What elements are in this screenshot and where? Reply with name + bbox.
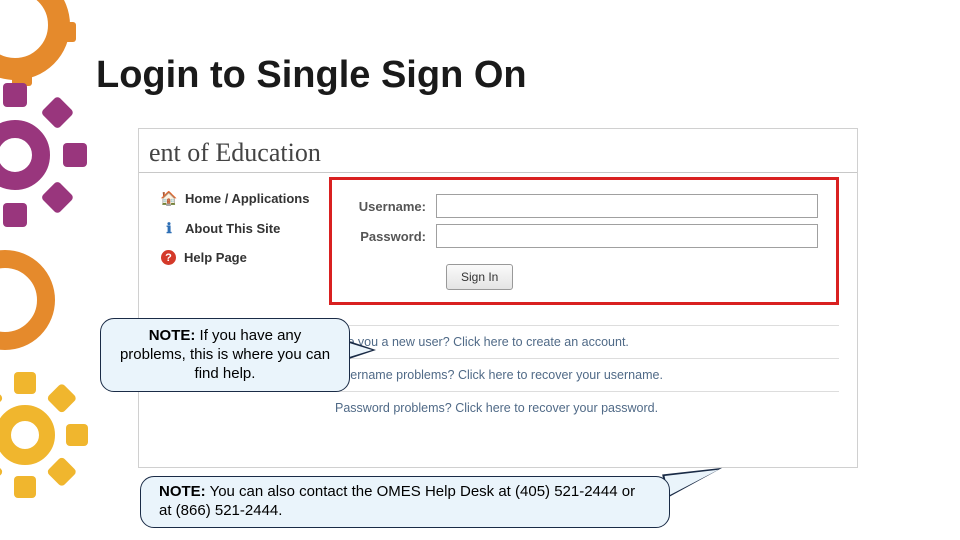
info-icon: ℹ [161, 220, 177, 236]
help-icon: ? [161, 250, 176, 265]
link-username-problems[interactable]: Username problems? Click here to recover… [329, 358, 839, 391]
username-input[interactable] [436, 194, 818, 218]
gear-decoration [0, 0, 70, 80]
nav-item-home[interactable]: 🏠 Home / Applications [161, 183, 325, 213]
callout-omes-note: NOTE: You can also contact the OMES Help… [140, 476, 670, 528]
note-text: You can also contact the OMES Help Desk … [159, 483, 635, 519]
brand-text: ent of Education [149, 138, 321, 168]
screenshot-panel: ent of Education 🏠 Home / Applications ℹ… [138, 128, 858, 468]
nav-item-help[interactable]: ? Help Page [161, 243, 325, 272]
home-icon: 🏠 [161, 190, 177, 206]
note-label: NOTE: [149, 327, 196, 344]
help-links: Are you a new user? Click here to create… [329, 325, 857, 424]
nav-item-about[interactable]: ℹ About This Site [161, 213, 325, 243]
callout-pointer [346, 340, 376, 360]
nav-label: About This Site [185, 221, 280, 236]
note-label: NOTE: [159, 483, 206, 500]
link-password-problems[interactable]: Password problems? Click here to recover… [329, 391, 839, 424]
nav-label: Help Page [184, 250, 247, 265]
nav-label: Home / Applications [185, 191, 309, 206]
link-new-user[interactable]: Are you a new user? Click here to create… [329, 325, 839, 358]
sign-in-button[interactable]: Sign In [446, 264, 513, 290]
gear-decoration [0, 370, 90, 500]
page-title: Login to Single Sign On [96, 54, 527, 97]
gear-decoration [0, 80, 90, 230]
gear-decoration [0, 250, 55, 350]
login-form-highlight: Username: Password: Sign In [329, 177, 839, 305]
username-label: Username: [346, 199, 436, 214]
password-input[interactable] [436, 224, 818, 248]
callout-help-note: NOTE: If you have any problems, this is … [100, 318, 350, 392]
password-label: Password: [346, 229, 436, 244]
